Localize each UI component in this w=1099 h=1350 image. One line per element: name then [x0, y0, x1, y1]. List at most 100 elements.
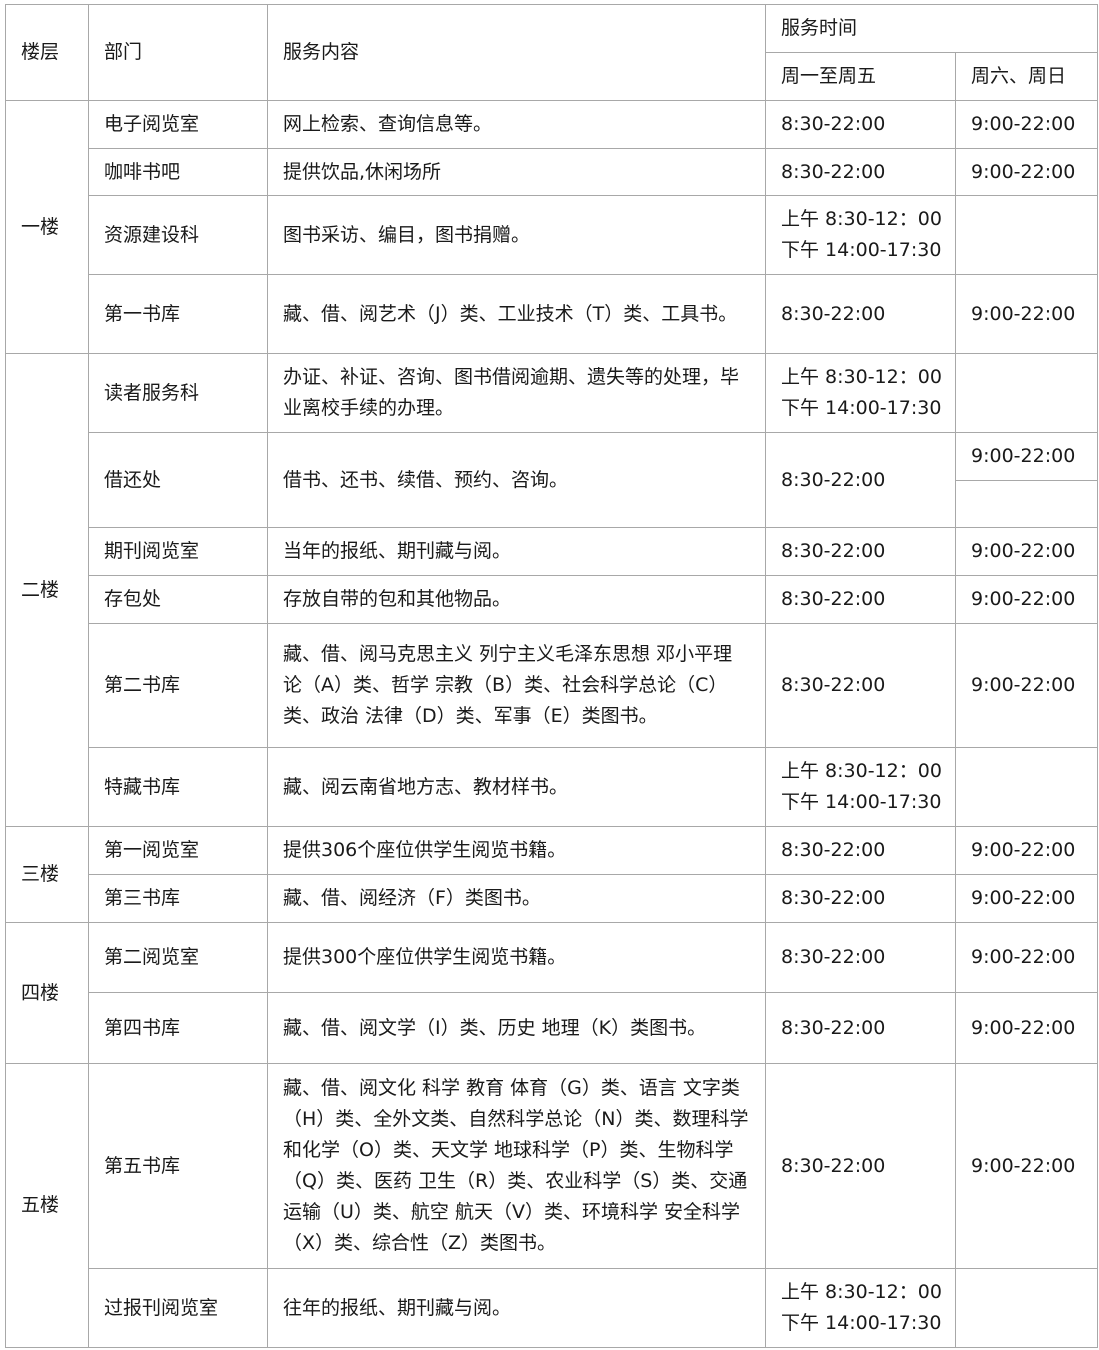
table-row: 咖啡书吧 提供饮品,休闲场所 8:30-22:00 9:00-22:00: [6, 148, 1099, 196]
weekday-time-cell: 8:30-22:00: [765, 527, 956, 576]
floor-cell: 三楼: [5, 826, 89, 923]
table-row: 四楼 第二阅览室 提供300个座位供学生阅览书籍。 8:30-22:00 9:0…: [5, 922, 1099, 1064]
content-cell: 图书采访、编目，图书捐赠。: [267, 195, 766, 275]
weekend-time-cell: [954, 747, 1099, 827]
weekend-time-cell-extra: [954, 480, 1099, 528]
dept-cell: 借还处: [88, 432, 268, 528]
table-row: 三楼 第一阅览室 提供306个座位供学生阅览书籍。 8:30-22:00 9:0…: [5, 826, 1099, 923]
content-cell: 提供300个座位供学生阅览书籍。: [267, 922, 766, 993]
table-row: 借还处 借书、还书、续借、预约、咨询。 8:30-22:00 9:00-22:0…: [6, 432, 1099, 528]
content-cell: 往年的报纸、期刊藏与阅。: [267, 1268, 766, 1348]
content-cell: 办证、补证、咨询、图书借阅逾期、遗失等的处理，毕业离校手续的办理。: [267, 353, 766, 433]
table-row: 五楼 第五书库 藏、借、阅文化 科学 教育 体育（G）类、语言 文字类（H）类、…: [5, 1063, 1099, 1348]
header-content: 服务内容: [267, 4, 766, 101]
weekend-time-cell: 9:00-22:00: [954, 148, 1099, 196]
content-cell: 藏、阅云南省地方志、教材样书。: [267, 747, 766, 827]
weekday-time-cell: 上午 8:30-12：00 下午 14:00-17:30: [765, 1268, 956, 1348]
dept-cell: 咖啡书吧: [88, 148, 268, 196]
weekend-time-cell: 9:00-22:00: [954, 432, 1099, 481]
service-schedule-table: 楼层 部门 服务内容 服务时间 周一至周五 周六、周日 一楼 电子阅览室 网上检…: [5, 4, 1099, 1348]
weekend-time-cell: 9:00-22:00: [954, 992, 1099, 1064]
content-cell: 提供饮品,休闲场所: [267, 148, 766, 196]
table-row: 二楼 读者服务科 办证、补证、咨询、图书借阅逾期、遗失等的处理，毕业离校手续的办…: [5, 353, 1099, 827]
weekend-time-cell: [954, 195, 1099, 275]
weekend-time-cell: 9:00-22:00: [954, 1063, 1099, 1269]
content-cell: 藏、借、阅马克思主义 列宁主义毛泽东思想 邓小平理论（A）类、哲学 宗教（B）类…: [267, 623, 766, 748]
header-weekend: 周六、周日: [954, 52, 1099, 101]
table-row: 期刊阅览室 当年的报纸、期刊藏与阅。 8:30-22:00 9:00-22:00: [6, 527, 1099, 576]
content-cell: 提供306个座位供学生阅览书籍。: [267, 826, 766, 875]
morning-hours: 上午 8:30-12：00: [781, 760, 942, 782]
weekday-time-cell: 上午 8:30-12：00 下午 14:00-17:30: [765, 353, 956, 433]
weekday-time-cell: 8:30-22:00: [765, 874, 956, 923]
weekday-time-cell: 8:30-22:00: [765, 575, 956, 624]
morning-hours: 上午 8:30-12：00: [781, 208, 942, 230]
content-cell: 藏、借、阅经济（F）类图书。: [267, 874, 766, 923]
weekend-time-cell: [954, 353, 1099, 433]
weekend-time-cell: [954, 1268, 1099, 1348]
weekday-time-cell: 上午 8:30-12：00 下午 14:00-17:30: [765, 747, 956, 827]
table-row: 第三书库 藏、借、阅经济（F）类图书。 8:30-22:00 9:00-22:0…: [6, 874, 1099, 923]
weekend-time-cell: 9:00-22:00: [954, 623, 1099, 748]
weekday-time-cell: 8:30-22:00: [765, 922, 956, 993]
weekend-time-cell: 9:00-22:00: [954, 826, 1099, 875]
dept-cell: 第一阅览室: [88, 826, 268, 875]
weekend-time-cell: 9:00-22:00: [954, 874, 1099, 923]
dept-cell: 第二阅览室: [88, 922, 268, 993]
dept-cell: 第三书库: [88, 874, 268, 923]
table-row: 特藏书库 藏、阅云南省地方志、教材样书。 上午 8:30-12：00 下午 14…: [6, 747, 1099, 827]
weekday-time-cell: 8:30-22:00: [765, 100, 956, 149]
floor-cell: 二楼: [5, 353, 89, 827]
morning-hours: 上午 8:30-12：00: [781, 1281, 942, 1303]
table-row: 一楼 电子阅览室 网上检索、查询信息等。 8:30-22:00 9:00-22:…: [5, 100, 1099, 354]
table-row: 资源建设科 图书采访、编目，图书捐赠。 上午 8:30-12：00 下午 14:…: [6, 195, 1099, 275]
morning-hours: 上午 8:30-12：00: [781, 366, 942, 388]
weekday-time-cell: 上午 8:30-12：00 下午 14:00-17:30: [765, 195, 956, 275]
weekday-time-cell: 8:30-22:00: [765, 274, 956, 354]
afternoon-hours: 下午 14:00-17:30: [781, 397, 942, 419]
floor-cell: 一楼: [5, 100, 89, 354]
weekend-time-cell: 9:00-22:00: [954, 274, 1099, 354]
weekend-time-cell: 9:00-22:00: [954, 575, 1099, 624]
table-row: 过报刊阅览室 往年的报纸、期刊藏与阅。 上午 8:30-12：00 下午 14:…: [6, 1268, 1099, 1348]
weekend-time-cell: 9:00-22:00: [954, 100, 1099, 149]
content-cell: 藏、借、阅文化 科学 教育 体育（G）类、语言 文字类（H）类、全外文类、自然科…: [267, 1063, 766, 1269]
weekday-time-cell: 8:30-22:00: [765, 826, 956, 875]
weekend-time-cell: 9:00-22:00: [954, 527, 1099, 576]
header-dept: 部门: [88, 4, 268, 101]
dept-cell: 第四书库: [88, 992, 268, 1064]
floor-cell: 四楼: [5, 922, 89, 1064]
table-row: 存包处 存放自带的包和其他物品。 8:30-22:00 9:00-22:00: [6, 575, 1099, 624]
afternoon-hours: 下午 14:00-17:30: [781, 791, 942, 813]
header-weekday: 周一至周五: [765, 52, 956, 101]
dept-cell: 特藏书库: [88, 747, 268, 827]
dept-cell: 电子阅览室: [88, 100, 268, 149]
table-row: 第四书库 藏、借、阅文学（I）类、历史 地理（K）类图书。 8:30-22:00…: [6, 992, 1099, 1064]
weekday-time-cell: 8:30-22:00: [765, 1063, 956, 1269]
dept-cell: 期刊阅览室: [88, 527, 268, 576]
dept-cell: 第一书库: [88, 274, 268, 354]
afternoon-hours: 下午 14:00-17:30: [781, 239, 942, 261]
header-floor: 楼层: [5, 4, 89, 101]
table-row: 第一书库 藏、借、阅艺术（J）类、工业技术（T）类、工具书。 8:30-22:0…: [6, 274, 1099, 354]
table-row: 第二书库 藏、借、阅马克思主义 列宁主义毛泽东思想 邓小平理论（A）类、哲学 宗…: [6, 623, 1099, 748]
afternoon-hours: 下午 14:00-17:30: [781, 1312, 942, 1334]
content-cell: 藏、借、阅文学（I）类、历史 地理（K）类图书。: [267, 992, 766, 1064]
weekday-time-cell: 8:30-22:00: [765, 992, 956, 1064]
floor-cell: 五楼: [5, 1063, 89, 1348]
dept-cell: 过报刊阅览室: [88, 1268, 268, 1348]
content-cell: 存放自带的包和其他物品。: [267, 575, 766, 624]
weekday-time-cell: 8:30-22:00: [765, 623, 956, 748]
dept-cell: 存包处: [88, 575, 268, 624]
content-cell: 借书、还书、续借、预约、咨询。: [267, 432, 766, 528]
dept-cell: 第五书库: [88, 1063, 268, 1269]
dept-cell: 第二书库: [88, 623, 268, 748]
dept-cell: 读者服务科: [88, 353, 268, 433]
weekend-time-cell: 9:00-22:00: [954, 922, 1099, 993]
weekday-time-cell: 8:30-22:00: [765, 432, 956, 528]
content-cell: 藏、借、阅艺术（J）类、工业技术（T）类、工具书。: [267, 274, 766, 354]
weekday-time-cell: 8:30-22:00: [765, 148, 956, 196]
content-cell: 当年的报纸、期刊藏与阅。: [267, 527, 766, 576]
dept-cell: 资源建设科: [88, 195, 268, 275]
header-service-time: 服务时间: [764, 4, 1099, 53]
